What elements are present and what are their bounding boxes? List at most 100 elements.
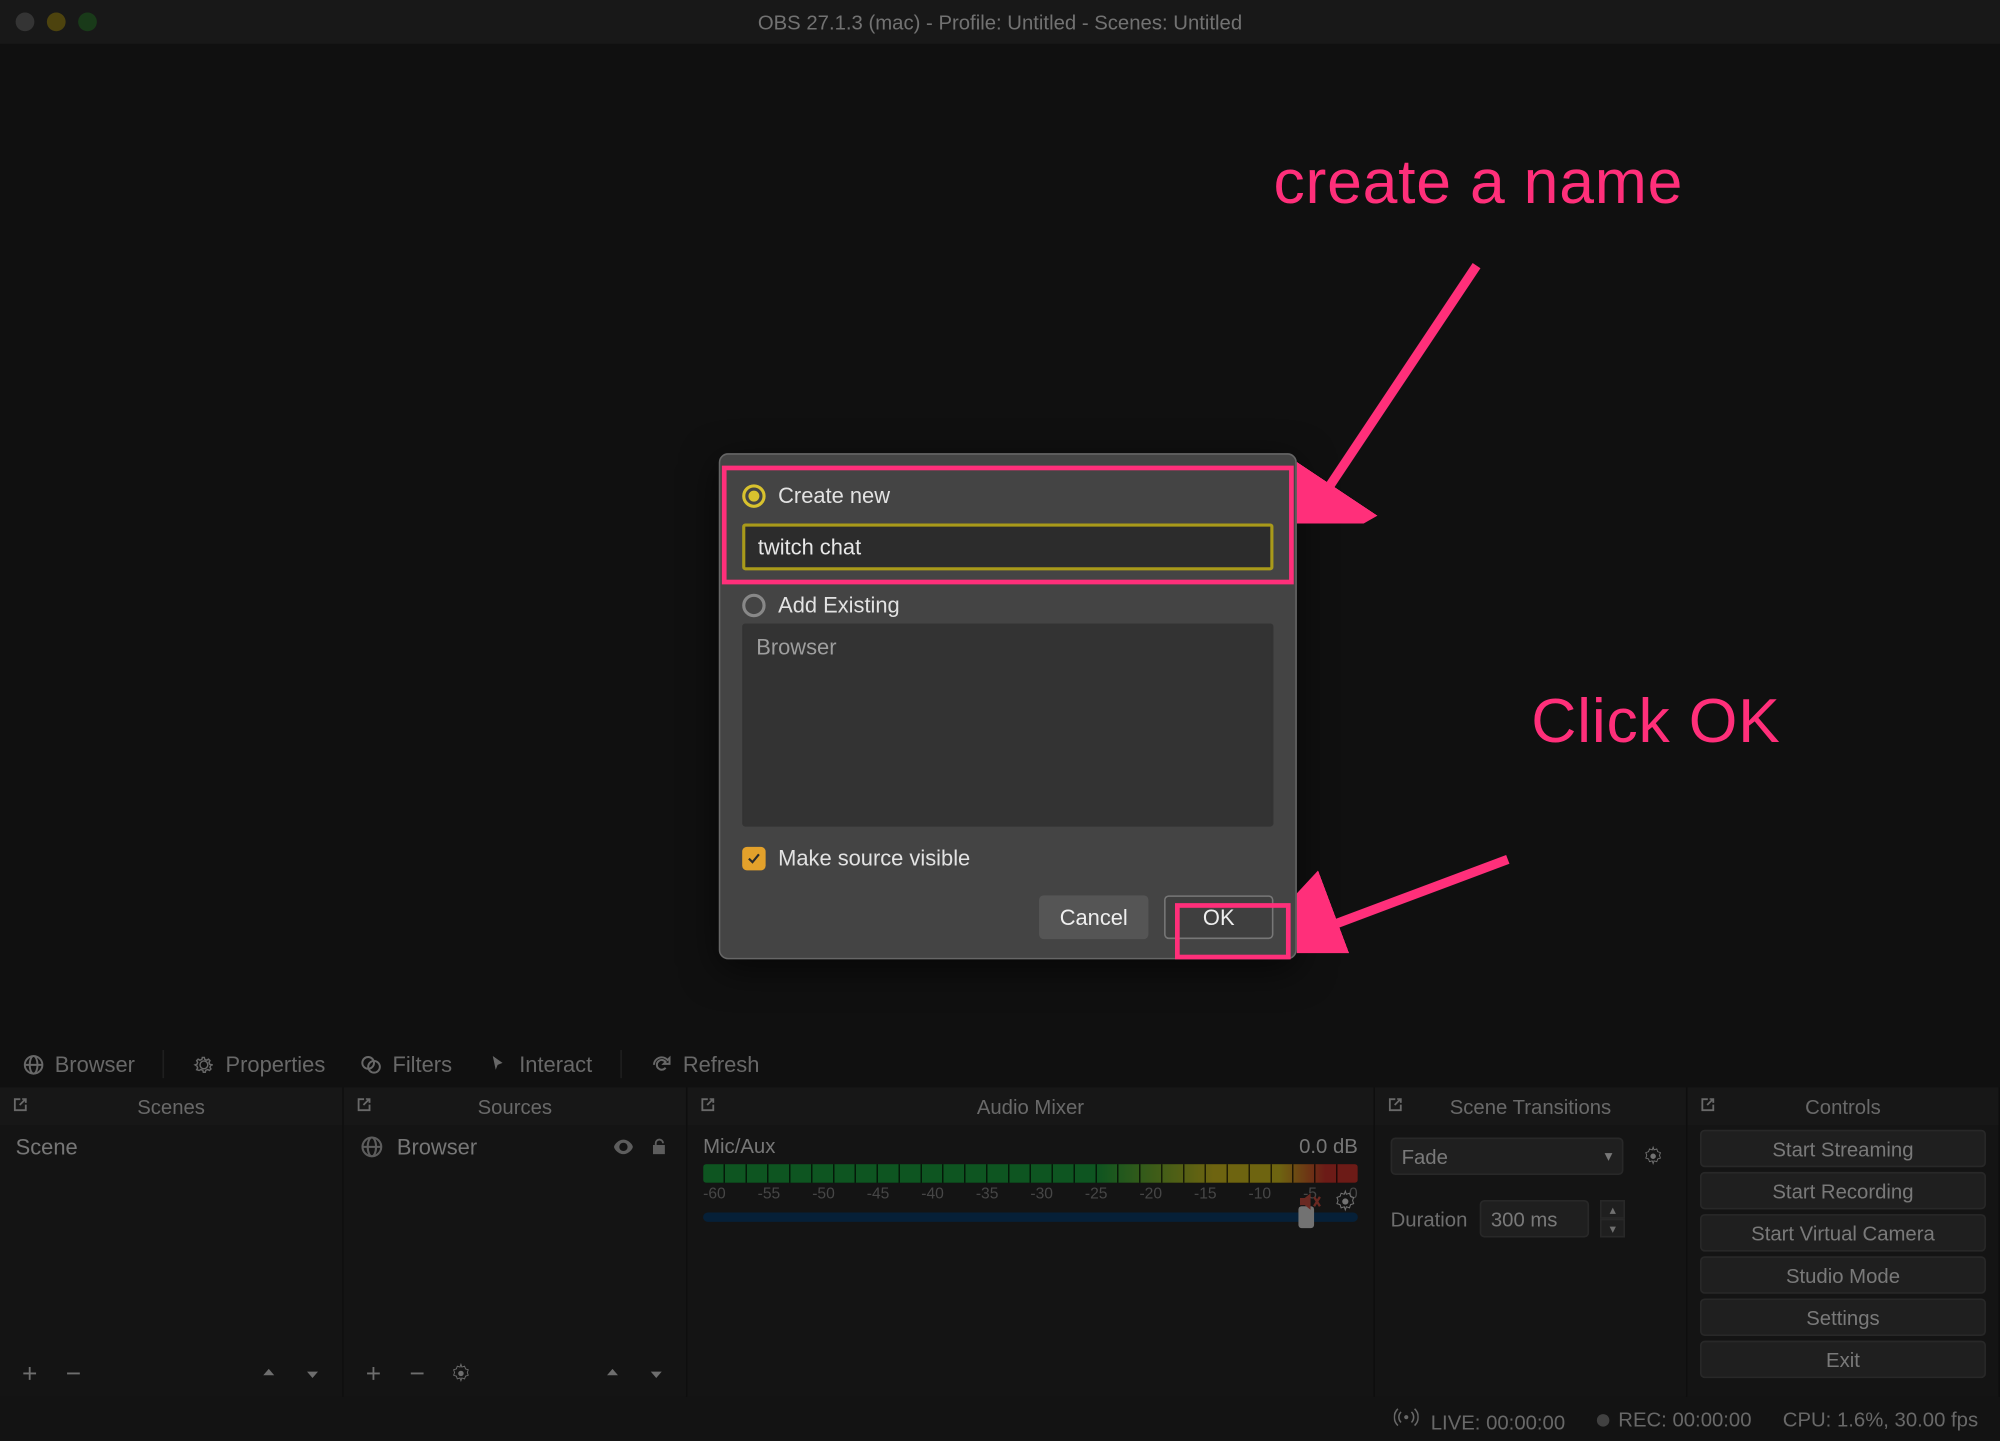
filters-label: Filters	[392, 1052, 452, 1077]
zoom-window-icon[interactable]	[78, 13, 97, 32]
dock-header-mixer: Audio Mixer	[688, 1088, 1376, 1126]
ok-button[interactable]: OK	[1164, 895, 1273, 939]
transition-selected: Fade	[1402, 1145, 1448, 1168]
annotation-arrow-name	[1297, 258, 1500, 524]
popout-icon[interactable]	[9, 1094, 31, 1116]
mixer-channel: Mic/Aux 0.0 dB -60-55-50-45-40-35-30-25-…	[688, 1125, 1374, 1231]
refresh-icon	[650, 1052, 673, 1075]
traffic-lights	[16, 13, 97, 32]
popout-icon[interactable]	[697, 1094, 719, 1116]
dock-header-sources: Sources	[344, 1088, 688, 1126]
interact-button[interactable]: Interact	[474, 1052, 605, 1077]
titlebar: OBS 27.1.3 (mac) - Profile: Untitled - S…	[0, 0, 2000, 44]
live-status: LIVE: 00:00:00	[1394, 1404, 1565, 1434]
popout-icon[interactable]	[1697, 1094, 1719, 1116]
duration-spinner[interactable]: ▴▾	[1600, 1200, 1625, 1238]
move-source-down-button[interactable]	[636, 1356, 677, 1390]
exit-button[interactable]: Exit	[1700, 1341, 1986, 1379]
obs-window: OBS 27.1.3 (mac) - Profile: Untitled - S…	[0, 0, 2000, 1441]
filters-icon	[360, 1052, 383, 1075]
scene-item[interactable]: Scene	[0, 1125, 342, 1169]
dock-title: Scenes	[137, 1095, 205, 1118]
source-toolbar: Browser Properties Filters Interact Refr…	[0, 1041, 2000, 1088]
mute-icon[interactable]	[1295, 1188, 1323, 1216]
properties-label: Properties	[226, 1052, 326, 1077]
meter-scale: -60-55-50-45-40-35-30-25-20-15-10-50	[703, 1186, 1358, 1203]
spin-up-icon[interactable]: ▴	[1600, 1200, 1625, 1219]
make-visible-row[interactable]: Make source visible	[742, 845, 1273, 870]
transition-select[interactable]: Fade ▾	[1391, 1138, 1624, 1176]
dock-title: Sources	[478, 1095, 553, 1118]
dock-title: Controls	[1805, 1095, 1881, 1118]
filters-button[interactable]: Filters	[347, 1052, 464, 1077]
add-existing-label: Add Existing	[778, 592, 900, 617]
channel-name: Mic/Aux	[703, 1134, 775, 1157]
source-settings-button[interactable]	[441, 1356, 482, 1390]
settings-button[interactable]: Settings	[1700, 1298, 1986, 1336]
existing-sources-list[interactable]: Browser	[742, 623, 1273, 826]
popout-icon[interactable]	[1384, 1094, 1406, 1116]
annotation-click-ok: Click OK	[1531, 688, 1780, 758]
duration-input[interactable]: 300 ms	[1480, 1200, 1589, 1238]
refresh-button[interactable]: Refresh	[638, 1052, 772, 1077]
move-scene-down-button[interactable]	[292, 1356, 333, 1390]
scenes-buttons	[0, 1350, 342, 1397]
cancel-button[interactable]: Cancel	[1039, 895, 1148, 939]
popout-icon[interactable]	[353, 1094, 375, 1116]
move-scene-up-button[interactable]	[248, 1356, 289, 1390]
minimize-window-icon[interactable]	[47, 13, 66, 32]
spin-down-icon[interactable]: ▾	[1600, 1219, 1625, 1238]
source-name-input[interactable]	[742, 523, 1273, 570]
add-source-button[interactable]	[353, 1356, 394, 1390]
remove-scene-button[interactable]	[53, 1356, 94, 1390]
studio-mode-button[interactable]: Studio Mode	[1700, 1256, 1986, 1294]
start-recording-button[interactable]: Start Recording	[1700, 1172, 1986, 1210]
source-item[interactable]: Browser	[344, 1125, 686, 1169]
duration-label: Duration	[1391, 1207, 1468, 1230]
move-source-up-button[interactable]	[592, 1356, 633, 1390]
dock-title: Audio Mixer	[977, 1095, 1084, 1118]
record-dot-icon	[1596, 1414, 1609, 1427]
channel-level: 0.0 dB	[1299, 1134, 1358, 1157]
transitions-dock: Fade ▾ Duration 300 ms ▴▾	[1375, 1125, 1688, 1397]
rec-status: REC: 00:00:00	[1596, 1407, 1751, 1430]
globe-icon	[22, 1052, 45, 1075]
lock-icon[interactable]	[648, 1136, 670, 1158]
controls-dock: Start Streaming Start Recording Start Vi…	[1688, 1125, 2000, 1397]
pointer-icon	[486, 1052, 509, 1075]
interact-label: Interact	[519, 1052, 592, 1077]
make-visible-label: Make source visible	[778, 845, 970, 870]
separator	[163, 1050, 165, 1078]
start-streaming-button[interactable]: Start Streaming	[1700, 1130, 1986, 1168]
audio-meter	[703, 1164, 1358, 1183]
volume-slider[interactable]	[703, 1213, 1358, 1222]
audio-mixer-dock: Mic/Aux 0.0 dB -60-55-50-45-40-35-30-25-…	[688, 1125, 1376, 1397]
refresh-label: Refresh	[683, 1052, 760, 1077]
selected-source-label: Browser	[55, 1052, 135, 1077]
close-window-icon[interactable]	[16, 13, 35, 32]
make-visible-checkbox[interactable]	[742, 846, 765, 869]
visibility-icon[interactable]	[611, 1134, 636, 1159]
status-bar: LIVE: 00:00:00 REC: 00:00:00 CPU: 1.6%, …	[0, 1397, 2000, 1441]
scenes-dock: Scene	[0, 1125, 344, 1397]
remove-source-button[interactable]	[397, 1356, 438, 1390]
channel-settings-icon[interactable]	[1333, 1189, 1358, 1214]
add-existing-radio-row[interactable]: Add Existing	[742, 592, 1273, 617]
radio-create-new[interactable]	[742, 484, 765, 507]
dock-header-scenes: Scenes	[0, 1088, 344, 1126]
existing-source-item[interactable]: Browser	[756, 634, 1259, 659]
window-title: OBS 27.1.3 (mac) - Profile: Untitled - S…	[758, 10, 1242, 33]
add-scene-button[interactable]	[9, 1356, 50, 1390]
dock-header-transitions: Scene Transitions	[1375, 1088, 1688, 1126]
transition-settings-button[interactable]	[1636, 1139, 1670, 1173]
create-new-radio-row[interactable]: Create new	[742, 483, 1273, 508]
properties-button[interactable]: Properties	[180, 1052, 338, 1077]
dock-header-controls: Controls	[1688, 1088, 2000, 1126]
radio-add-existing[interactable]	[742, 593, 765, 616]
create-source-dialog: Create new Add Existing Browser Make sou…	[719, 453, 1297, 959]
sources-buttons	[344, 1350, 686, 1397]
dock-title: Scene Transitions	[1450, 1095, 1611, 1118]
selected-source: Browser	[9, 1052, 147, 1077]
start-virtual-camera-button[interactable]: Start Virtual Camera	[1700, 1214, 1986, 1252]
source-label: Browser	[397, 1134, 477, 1159]
